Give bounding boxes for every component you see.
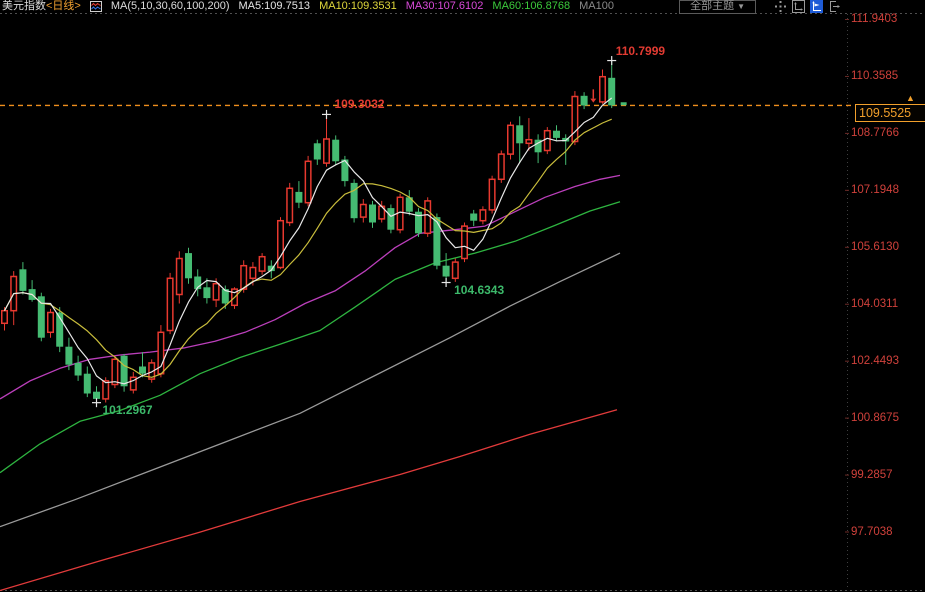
candle-up bbox=[572, 97, 578, 142]
candle-up bbox=[177, 259, 183, 295]
candle-down bbox=[314, 143, 321, 159]
candle-up bbox=[453, 262, 459, 278]
ma5-value: MA5:109.7513 bbox=[239, 0, 311, 13]
kline-app: 美元指数<日线> MA(5,10,30,60,100,200) MA5:109.… bbox=[0, 0, 925, 592]
candle-up bbox=[112, 359, 118, 384]
candle-down bbox=[387, 208, 394, 230]
candle-down bbox=[139, 367, 146, 374]
candle-up bbox=[425, 201, 431, 233]
candle-up bbox=[508, 125, 514, 154]
candle-up bbox=[278, 221, 284, 268]
candle-up bbox=[480, 210, 486, 221]
candle-up bbox=[2, 311, 8, 324]
candle-up bbox=[167, 278, 173, 330]
toolbar-right: 全部主题 ▼ bbox=[679, 0, 841, 14]
candle-down bbox=[65, 347, 72, 365]
candle-up bbox=[600, 77, 606, 102]
candle-down bbox=[84, 374, 91, 394]
candle-up bbox=[241, 266, 247, 289]
candle-down bbox=[516, 125, 523, 143]
ma60-line bbox=[0, 202, 620, 473]
chevron-down-icon: ▼ bbox=[737, 1, 745, 12]
candle-down bbox=[581, 96, 588, 106]
instrument-name: 美元指数 bbox=[2, 0, 46, 12]
candle-down bbox=[332, 140, 339, 162]
mini-chart-icon[interactable] bbox=[90, 1, 102, 12]
toolbar: 美元指数<日线> MA(5,10,30,60,100,200) MA5:109.… bbox=[0, 0, 925, 13]
candle-down bbox=[443, 266, 450, 277]
candle-up bbox=[324, 139, 330, 163]
candle-up bbox=[287, 188, 293, 222]
candle-down bbox=[121, 356, 128, 387]
candle-down bbox=[608, 78, 615, 106]
candle-down bbox=[553, 131, 560, 138]
ma100-line bbox=[0, 253, 620, 527]
price-chart[interactable] bbox=[0, 0, 925, 592]
candle-up bbox=[103, 381, 109, 399]
ma100-label: MA100 bbox=[579, 0, 614, 13]
ma30-value: MA30:107.6102 bbox=[406, 0, 484, 13]
axis-fit-icon[interactable] bbox=[792, 0, 805, 13]
ma10-value: MA10:109.3531 bbox=[319, 0, 397, 13]
move-icon[interactable] bbox=[774, 0, 787, 13]
latest-close-tick bbox=[621, 102, 627, 105]
candle-up bbox=[213, 284, 219, 300]
candle-up bbox=[305, 161, 311, 202]
candle-up bbox=[361, 205, 367, 218]
candle-up bbox=[545, 131, 551, 151]
exit-icon[interactable] bbox=[828, 0, 841, 13]
candle-down bbox=[369, 205, 376, 223]
candle-down bbox=[433, 217, 440, 266]
candle-down bbox=[75, 363, 82, 376]
theme-dropdown-label: 全部主题 bbox=[690, 1, 734, 12]
ma30-line bbox=[0, 175, 620, 399]
candle-down bbox=[295, 192, 302, 203]
candle-up bbox=[499, 154, 505, 179]
ma60-value: MA60:106.8768 bbox=[492, 0, 570, 13]
ma-params-label: MA(5,10,30,60,100,200) bbox=[111, 0, 230, 13]
candle-down bbox=[93, 392, 100, 399]
sell-arrow-icon bbox=[590, 99, 596, 103]
candle-down bbox=[470, 214, 477, 221]
ma200-line bbox=[0, 410, 617, 591]
candle-down bbox=[203, 287, 210, 298]
candle-up bbox=[259, 257, 265, 271]
chart-mode-icon[interactable] bbox=[810, 0, 823, 13]
candle-up bbox=[250, 268, 256, 279]
candle-down bbox=[19, 269, 26, 291]
instrument-title: 美元指数<日线> bbox=[0, 0, 81, 13]
candle-up bbox=[48, 313, 54, 333]
period-label: <日线> bbox=[46, 0, 81, 12]
theme-dropdown-button[interactable]: 全部主题 ▼ bbox=[679, 0, 756, 14]
candle-up bbox=[489, 179, 495, 210]
candle-down bbox=[185, 253, 192, 278]
candle-up bbox=[526, 140, 532, 144]
